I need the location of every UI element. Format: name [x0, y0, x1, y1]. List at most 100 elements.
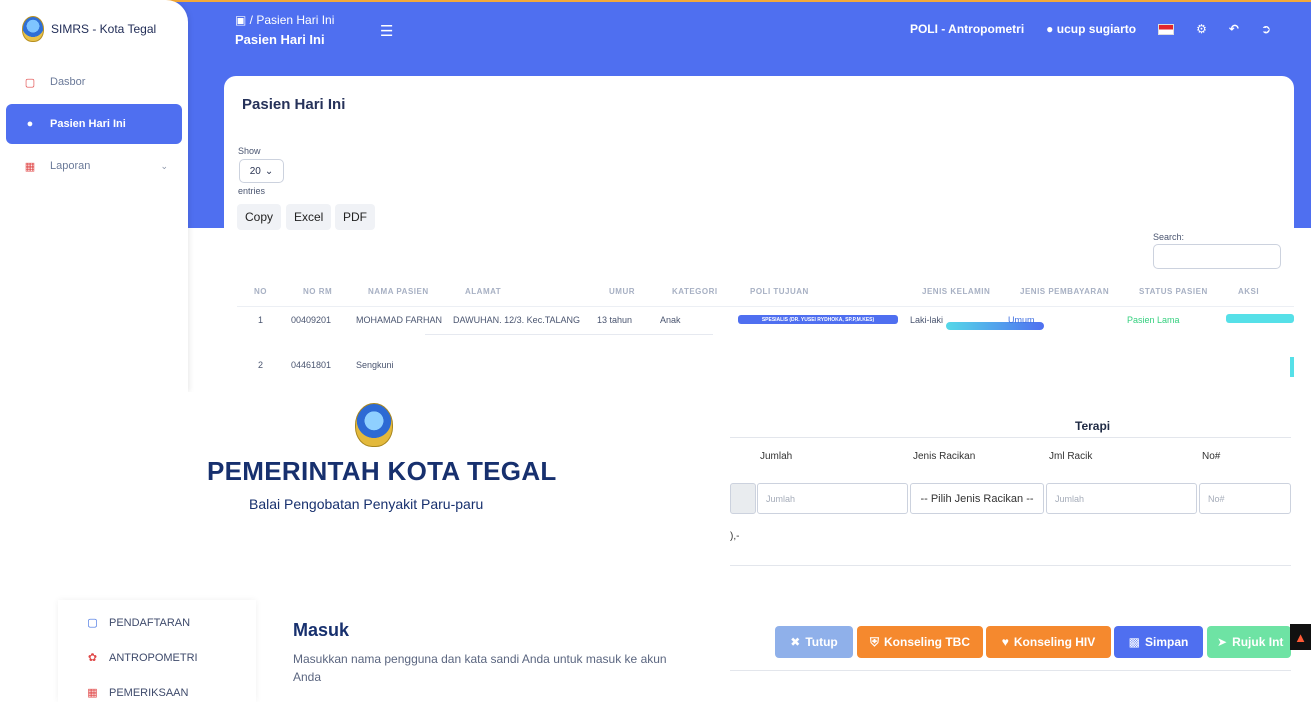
col-header-aksi[interactable]: AKSI — [1238, 287, 1259, 296]
search-input[interactable] — [1153, 244, 1281, 269]
gov-subtitle: Balai Pengobatan Penyakit Paru-paru — [249, 496, 484, 512]
row1-alamat: DAWUHAN. 12/3. Kec.TALANG — [453, 315, 581, 325]
table-header-divider — [237, 306, 1294, 307]
label-jumlah: Jumlah — [760, 451, 793, 462]
indonesia-flag-icon[interactable] — [1158, 23, 1175, 35]
card-title: Pasien Hari Ini — [242, 96, 346, 113]
col-header-no-rm[interactable]: NO RM — [303, 287, 332, 296]
pdf-button[interactable]: PDF — [335, 204, 375, 230]
button-label: Tutup — [805, 635, 838, 649]
content-card — [224, 76, 1294, 406]
row1-nama: MOHAMAD FARHAN — [356, 315, 443, 325]
sidebar: SIMRS - Kota Tegal ▢ Dasbor ● Pasien Har… — [0, 0, 188, 392]
row1-umur: 13 tahun — [597, 315, 633, 325]
menu-item-label: PENDAFTARAN — [109, 616, 191, 629]
menu-item-antropometri[interactable]: ✿ ANTROPOMETRI — [86, 651, 198, 665]
logout-icon[interactable]: ➲ — [1261, 22, 1271, 36]
col-header-kategori[interactable]: KATEGORI — [672, 287, 718, 296]
konseling-tbc-button[interactable]: ⛨ Konseling TBC — [857, 626, 983, 658]
row1-action-button[interactable] — [1226, 314, 1294, 323]
entries-value: 20 — [249, 165, 261, 177]
undo-icon[interactable]: ↶ — [1229, 22, 1239, 36]
fire-icon[interactable]: ▲ — [1290, 624, 1311, 650]
screen: SIMRS - Kota Tegal ▢ Dasbor ● Pasien Har… — [0, 0, 1311, 702]
simpan-button[interactable]: ▩ Simpan — [1114, 626, 1203, 658]
button-label: Konseling TBC — [884, 635, 970, 649]
save-icon: ▩ — [1128, 635, 1140, 649]
tutup-button[interactable]: ✖ Tutup — [775, 626, 853, 658]
home-icon[interactable]: ▣ — [235, 13, 246, 27]
row2-action-edge[interactable] — [1290, 357, 1294, 377]
konseling-hiv-button[interactable]: ♥ Konseling HIV — [986, 626, 1111, 658]
sidebar-item-pasien-hari-ini[interactable]: ● Pasien Hari Ini — [6, 104, 182, 144]
button-label: Simpan — [1145, 635, 1189, 649]
login-description: Masukkan nama pengguna dan kata sandi An… — [293, 652, 667, 684]
row1-poli-badge: SPESIALIS (DR. YUSEI RYDHOKA, SP.P,M.KES… — [738, 315, 898, 324]
row1-kategori: Anak — [660, 315, 681, 325]
gov-title: PEMERINTAH KOTA TEGAL — [207, 456, 557, 486]
top-accent-line — [0, 0, 1311, 2]
button-divider — [730, 670, 1291, 671]
col-header-nama[interactable]: NAMA PASIEN — [368, 287, 429, 296]
entries-label: entries — [238, 186, 266, 196]
sidebar-item-laporan[interactable]: ▦ Laporan ⌄ — [6, 146, 182, 186]
menu-item-pendaftaran[interactable]: ▢ PENDAFTARAN — [86, 616, 191, 630]
terapi-divider — [730, 437, 1291, 438]
user-menu[interactable]: ● ucup sugiarto — [1046, 22, 1136, 36]
chevron-down-icon: ⌄ — [160, 160, 168, 171]
user-icon: ● — [26, 118, 34, 130]
menu-item-pemeriksaan[interactable]: ▦ PEMERIKSAAN — [86, 686, 189, 700]
excel-button[interactable]: Excel — [286, 204, 332, 230]
monitor-icon: ▢ — [24, 76, 36, 89]
hamburger-menu-icon[interactable]: ☰ — [380, 22, 393, 40]
label-no: No# — [1202, 451, 1221, 462]
row-divider — [425, 334, 713, 335]
col-header-jenis-kelamin[interactable]: JENIS KELAMIN — [922, 287, 990, 296]
jumlah-input[interactable]: Jumlah — [757, 483, 908, 514]
brand[interactable]: SIMRS - Kota Tegal — [22, 16, 156, 42]
jenis-racikan-select[interactable]: -- Pilih Jenis Racikan -- — [910, 483, 1044, 514]
jml-racik-input[interactable]: Jumlah — [1046, 483, 1197, 514]
copy-button[interactable]: Copy — [237, 204, 282, 230]
breadcrumb-current: Pasien Hari Ini — [256, 13, 335, 27]
label-jenis-racikan: Jenis Racikan — [913, 451, 976, 462]
breadcrumb: ▣ / Pasien Hari Ini — [235, 13, 335, 27]
menu-item-label: PEMERIKSAAN — [109, 686, 189, 699]
government-seal-icon — [355, 403, 393, 447]
row1-rm: 00409201 — [291, 315, 332, 325]
arrow-right-icon: ➤ — [1217, 635, 1228, 649]
col-header-pembayaran[interactable]: JENIS PEMBAYARAN — [1020, 287, 1109, 296]
search-label: Search: — [1153, 232, 1185, 242]
readonly-field — [730, 483, 756, 514]
col-header-status[interactable]: STATUS PASIEN — [1139, 287, 1208, 296]
row1-no: 1 — [258, 315, 264, 325]
user-icon: ● — [1046, 22, 1054, 36]
row2-nama: Sengkuni — [356, 360, 394, 370]
medical-icon: ⛨ — [869, 634, 879, 649]
row1-status: Pasien Lama — [1127, 315, 1180, 325]
row2-rm: 04461801 — [291, 360, 332, 370]
menu-item-label: ANTROPOMETRI — [109, 651, 198, 664]
chevron-down-icon: ⌄ — [264, 165, 274, 177]
entries-select[interactable]: 20 ⌄ — [239, 159, 284, 183]
gear-icon[interactable]: ⚙ — [1196, 22, 1207, 36]
sidebar-item-dasbor[interactable]: ▢ Dasbor — [6, 62, 182, 102]
kota-tegal-logo-icon — [22, 16, 44, 42]
anthropometry-icon: ✿ — [87, 652, 98, 664]
user-name: ucup sugiarto — [1056, 22, 1137, 36]
rujuk-internal-button[interactable]: ➤ Rujuk Int — [1207, 626, 1291, 658]
sidebar-item-label: Pasien Hari Ini — [50, 118, 126, 130]
row2-no: 2 — [258, 360, 264, 370]
calendar-icon: ▦ — [87, 687, 98, 699]
col-header-umur[interactable]: UMUR — [609, 287, 635, 296]
button-label: Rujuk Int — [1232, 635, 1284, 649]
no-input[interactable]: No# — [1199, 483, 1291, 514]
col-header-poli[interactable]: POLI TUJUAN — [750, 287, 809, 296]
login-title: Masuk — [293, 620, 350, 640]
terapi-heading: Terapi — [1075, 419, 1111, 433]
page-title: Pasien Hari Ini — [235, 32, 325, 47]
sidebar-item-label: Laporan — [50, 160, 91, 172]
col-header-alamat[interactable]: ALAMAT — [465, 287, 501, 296]
col-header-no[interactable]: NO — [254, 287, 267, 296]
header-toolbar: POLI - Antropometri ● ucup sugiarto ⚙ ↶ … — [910, 22, 1271, 36]
